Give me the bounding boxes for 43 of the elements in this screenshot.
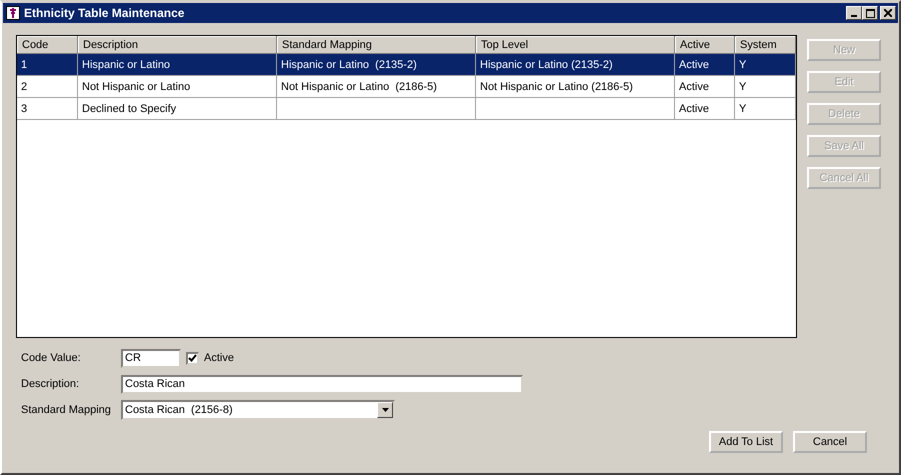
column-header[interactable]: Standard Mapping — [276, 36, 476, 54]
minimize-button[interactable] — [846, 6, 862, 20]
table-cell: Declined to Specify — [82, 102, 176, 114]
table-cell: Hispanic or Latino (2135-2) — [480, 58, 613, 70]
field-label: Description: — [20, 378, 80, 390]
checkbox-label: Active — [204, 352, 234, 364]
table-row[interactable]: 2 Not Hispanic or Latino Not Hispanic or Latino (2186-5) Not Hispanic or Latino (2186-5) Active Y — [17, 76, 796, 98]
dropdown[interactable]: Costa Rican (2156-8) — [121, 400, 395, 420]
checkbox[interactable] — [186, 352, 199, 364]
column-header[interactable]: System — [734, 36, 796, 54]
button[interactable]: Cancel — [793, 431, 867, 453]
table-cell: Active — [679, 80, 709, 92]
maximize-button[interactable] — [862, 6, 878, 20]
button[interactable]: Add To List — [709, 431, 783, 453]
window-title: Ethnicity Table Maintenance — [24, 6, 186, 20]
table-cell: Active — [679, 102, 709, 114]
table-row[interactable]: 1 Hispanic or Latino Hispanic or Latino (2135-2) Hispanic or Latino (2135-2) Active Y — [17, 54, 796, 76]
column-header[interactable]: Top Level — [476, 36, 674, 54]
field-label: Code Value: — [20, 352, 82, 364]
column-header[interactable]: Description — [78, 36, 276, 54]
table-cell: Y — [739, 58, 746, 70]
table-cell: Hispanic or Latino (2135-2) — [281, 58, 417, 70]
table-cell: Not Hispanic or Latino (2186-5) — [480, 80, 633, 92]
table-cell: Not Hispanic or Latino — [82, 80, 190, 92]
input-field[interactable]: Costa Rican — [121, 374, 523, 394]
table-cell: Not Hispanic or Latino (2186-5) — [281, 80, 437, 92]
close-button[interactable] — [880, 6, 896, 20]
table-cell: 1 — [21, 58, 28, 70]
input-field[interactable]: CR — [121, 348, 181, 368]
column-header[interactable]: Code — [17, 36, 78, 54]
table-cell: 2 — [21, 80, 28, 92]
table-row[interactable]: 3 Declined to Specify Active Y — [17, 98, 796, 120]
table-cell: 3 — [21, 102, 28, 114]
maximize-icon — [866, 8, 874, 18]
cross-icon — [6, 6, 20, 20]
table-cell: Y — [739, 80, 746, 92]
close-icon — [884, 9, 892, 17]
caret-icon — [382, 408, 388, 412]
table-cell: Hispanic or Latino — [82, 58, 170, 70]
table-cell: Y — [739, 102, 746, 114]
column-header[interactable]: Active — [674, 36, 734, 54]
field-label: Standard Mapping — [20, 404, 112, 416]
table-cell: Active — [679, 58, 709, 70]
